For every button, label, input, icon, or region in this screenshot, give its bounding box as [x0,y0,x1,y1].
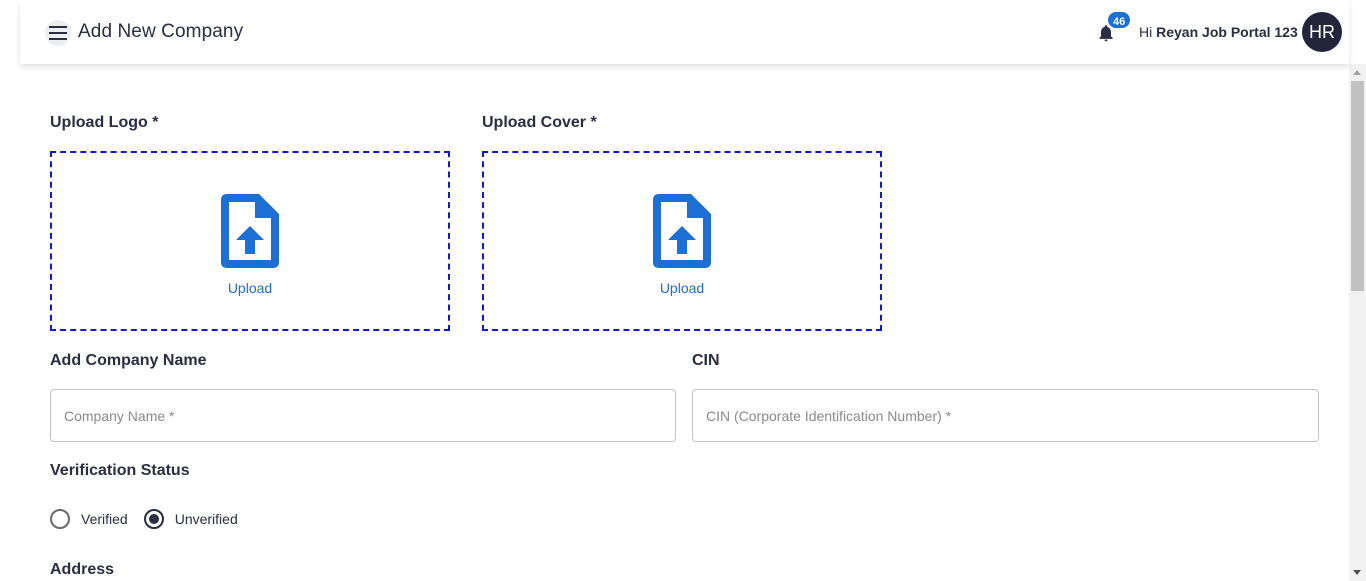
company-name-field [50,389,676,442]
radio-unverified-label: Unverified [174,511,238,527]
top-app-bar: Add New Company 46 Hi Reyan Job Portal 1… [20,0,1349,64]
address-label: Address [50,561,115,578]
file-upload-icon [653,194,711,268]
radio-unverified[interactable]: Unverified [143,509,238,529]
upload-logo-label: Upload Logo * [50,114,159,131]
upload-logo-dropzone[interactable]: Upload [50,151,450,331]
verification-status-label: Verification Status [50,462,190,479]
scroll-thumb[interactable] [1351,81,1364,291]
page-title: Add New Company [78,21,244,42]
radio-unchecked-icon[interactable] [50,509,70,529]
company-name-label: Add Company Name [50,352,207,369]
cin-field [692,389,1319,442]
page-scrollbar[interactable] [1349,64,1366,581]
user-greeting: Hi Reyan Job Portal 123 [1139,24,1298,40]
verification-radio-group: Verified Unverified [50,509,254,529]
company-name-input[interactable] [51,390,675,441]
hamburger-menu-icon [49,26,67,40]
upload-logo-button-label[interactable]: Upload [228,280,272,296]
cin-label: CIN [692,352,720,369]
greeting-prefix: Hi [1139,24,1153,40]
notification-count-badge: 46 [1106,10,1133,30]
radio-verified-label: Verified [81,511,128,527]
radio-dot [148,514,159,524]
upload-cover-dropzone[interactable]: Upload [482,151,882,331]
scroll-up-arrow-icon[interactable] [1353,70,1361,75]
user-avatar[interactable]: HR [1302,12,1342,52]
upload-cover-button-label[interactable]: Upload [660,280,704,296]
file-upload-icon [221,194,279,268]
user-name: Reyan Job Portal 123 [1156,24,1298,40]
radio-checked-icon[interactable] [143,509,164,529]
upload-cover-label: Upload Cover * [482,114,597,131]
radio-verified[interactable]: Verified [50,509,128,529]
menu-button[interactable] [45,20,71,46]
cin-input[interactable] [693,390,1318,441]
scroll-down-arrow-icon[interactable] [1353,570,1361,575]
